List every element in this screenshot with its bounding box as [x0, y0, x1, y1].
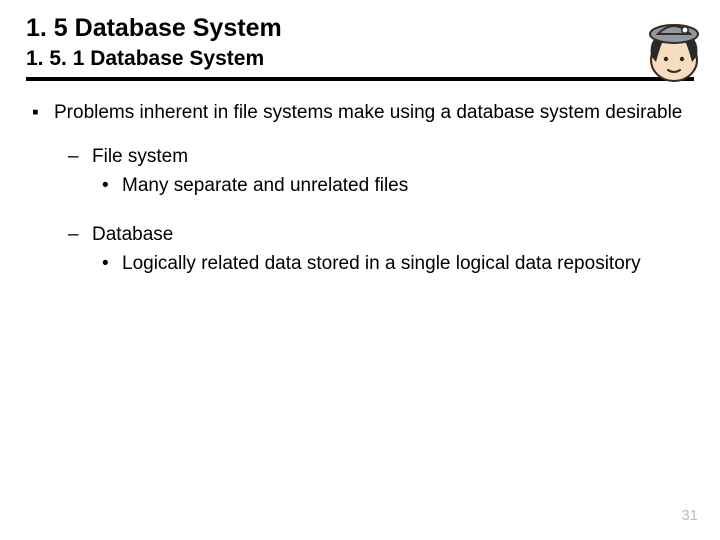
bullet-level2: – File system	[26, 145, 694, 170]
square-bullet-icon: ▪	[32, 101, 54, 126]
dash-bullet-icon: –	[68, 145, 92, 170]
bullet-text: Many separate and unrelated files	[122, 174, 408, 199]
bullet-text: File system	[92, 145, 188, 170]
page-number: 31	[681, 507, 698, 524]
dot-bullet-icon: •	[102, 252, 122, 277]
bullet-level2: – Database	[26, 223, 694, 248]
slide: 1. 5 Database System 1. 5. 1 Database Sy…	[0, 0, 720, 540]
bullet-level1: ▪ Problems inherent in file systems make…	[26, 101, 694, 126]
slide-subheading: 1. 5. 1 Database System	[26, 47, 694, 71]
slide-heading: 1. 5 Database System	[26, 14, 694, 43]
dash-bullet-icon: –	[68, 223, 92, 248]
bullet-text: Database	[92, 223, 173, 248]
character-avatar	[638, 16, 710, 84]
bullet-text: Logically related data stored in a singl…	[122, 252, 641, 277]
slide-body: ▪ Problems inherent in file systems make…	[26, 101, 694, 276]
bullet-level3: • Logically related data stored in a sin…	[26, 252, 694, 277]
divider	[26, 77, 694, 81]
bullet-text: Problems inherent in file systems make u…	[54, 101, 694, 126]
bullet-level3: • Many separate and unrelated files	[26, 174, 694, 199]
dot-bullet-icon: •	[102, 174, 122, 199]
